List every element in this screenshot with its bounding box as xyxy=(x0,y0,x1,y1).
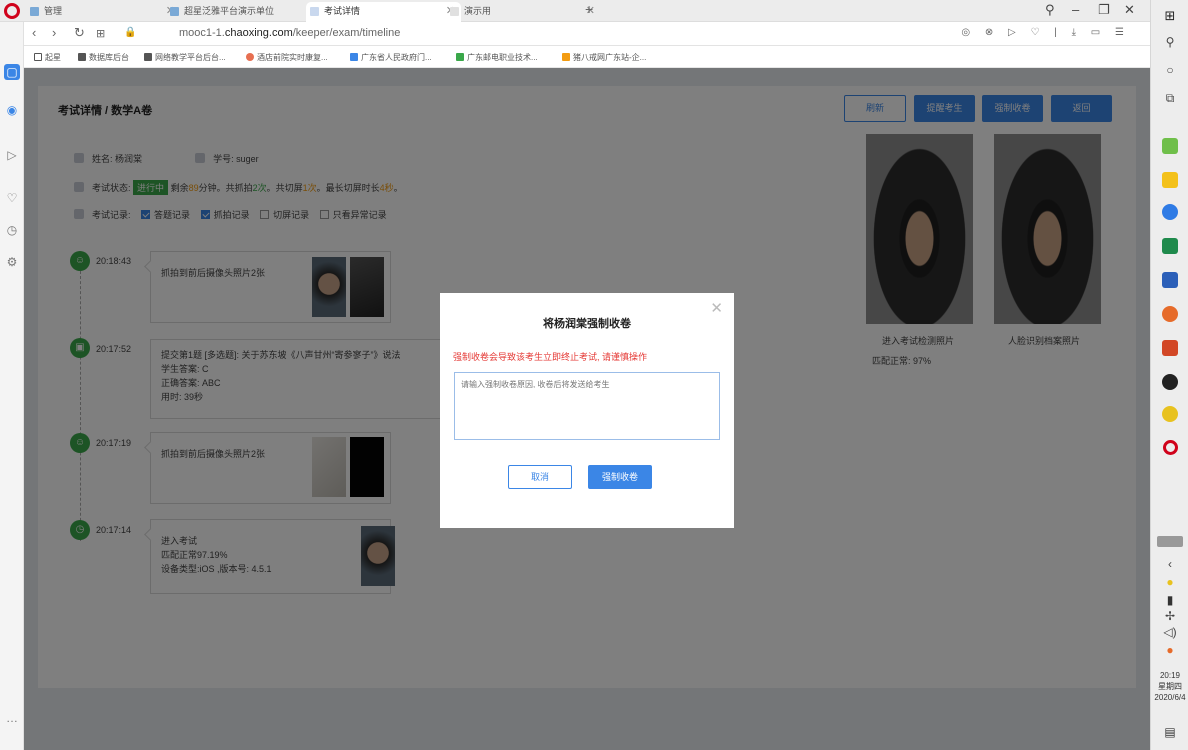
bookmark-site-icon xyxy=(350,53,358,61)
cortana-icon[interactable]: ○ xyxy=(1162,62,1178,78)
excel-icon[interactable] xyxy=(1162,238,1178,254)
restore-button[interactable]: ❐ xyxy=(1098,2,1110,18)
tab-label: 演示用 xyxy=(464,6,492,16)
forward-icon[interactable]: › xyxy=(52,25,56,40)
bookmark-folder-icon xyxy=(34,53,42,61)
bookmark-label: 网络教学平台后台... xyxy=(155,53,226,62)
bookmark-file-icon xyxy=(144,53,152,61)
tab-label: 管理 xyxy=(44,6,63,16)
dialog-title: 将杨润棠强制收卷 xyxy=(543,318,631,330)
wechat-icon[interactable] xyxy=(1162,138,1178,154)
heart-icon[interactable]: ♡ xyxy=(4,190,20,206)
bookmark-label: 起星 xyxy=(45,53,61,62)
browser-tab-bar: 管理✕ 超星泛雅平台演示单位✕ 考试详情✕ 演示用✕ + ⚲ – ❐ ✕ xyxy=(0,0,1150,22)
ime-indicator[interactable] xyxy=(1157,536,1183,547)
bookmark-site-icon xyxy=(456,53,464,61)
bookmark-item[interactable]: 起星 xyxy=(34,52,61,63)
reason-input[interactable] xyxy=(454,372,720,440)
bookmark-label: 数据库后台 xyxy=(89,53,129,62)
new-tab-button[interactable]: + xyxy=(585,1,593,17)
messenger-icon[interactable]: ◉ xyxy=(4,102,20,118)
reload-icon[interactable]: ↻ xyxy=(74,25,85,41)
windows-taskbar: ⊞ ⚲ ○ ⧉ ‹ ● ▮ ✢ ◁) ● 20:19 星期四 2020/6/4 … xyxy=(1150,0,1188,750)
flow-icon[interactable]: ▷ xyxy=(4,147,20,163)
history-icon[interactable]: ◷ xyxy=(4,222,20,238)
app-icon[interactable] xyxy=(1162,374,1178,390)
task-view-icon[interactable]: ⧉ xyxy=(1162,90,1178,106)
tray-icon[interactable]: ● xyxy=(1162,574,1178,590)
force-submit-dialog: 将杨润棠强制收卷 ✕ 强制收卷会导致该考生立即终止考试, 请谨慎操作 取消 强制… xyxy=(440,293,734,528)
volume-icon[interactable]: ◁) xyxy=(1162,624,1178,640)
favicon-icon xyxy=(30,7,39,16)
bookmark-item[interactable]: 广东邮电职业技术... xyxy=(456,52,538,63)
word-icon[interactable] xyxy=(1162,272,1178,288)
bookmark-item[interactable]: 酒店前院实时康复... xyxy=(246,52,328,63)
bookmark-label: 广东省人民政府门... xyxy=(361,53,432,62)
firefox-icon[interactable] xyxy=(1162,306,1178,322)
windows-start-icon[interactable]: ⊞ xyxy=(1162,8,1178,24)
tab-2[interactable]: 超星泛雅平台演示单位✕ xyxy=(166,2,321,22)
url-domain: chaoxing.com xyxy=(224,27,293,39)
bookmark-item[interactable]: 猪八戒网广东站-企... xyxy=(562,52,646,63)
tab-4[interactable]: 演示用 ✕ xyxy=(446,2,601,22)
search-icon[interactable]: ⚲ xyxy=(1162,34,1178,50)
workspace-icon[interactable]: ▢ xyxy=(4,64,20,80)
lock-icon: 🔒 xyxy=(124,27,137,38)
file-explorer-icon[interactable] xyxy=(1162,172,1178,188)
network-icon[interactable]: ✢ xyxy=(1162,608,1178,624)
bookmark-label: 酒店前院实时康复... xyxy=(257,53,328,62)
tab-3-active[interactable]: 考试详情✕ xyxy=(306,2,461,22)
search-tabs-icon[interactable]: ⚲ xyxy=(1045,2,1055,18)
favicon-icon xyxy=(170,7,179,16)
speed-dial-icon[interactable]: ⊞ xyxy=(96,27,105,40)
settings-icon[interactable]: ⚙ xyxy=(4,254,20,270)
tab-label: 超星泛雅平台演示单位 xyxy=(184,6,275,16)
notification-icon[interactable]: ▤ xyxy=(1162,724,1178,740)
tab-label: 考试详情 xyxy=(324,6,361,16)
tab-1[interactable]: 管理✕ xyxy=(26,2,181,22)
bookmark-item[interactable]: 广东省人民政府门... xyxy=(350,52,432,63)
address-toolbar-icons[interactable]: ◎ ⊗ ▷ ♡ | ⤓ ▭ ☰ xyxy=(961,27,1130,38)
warning-text: 强制收卷会导致该考生立即终止考试, 请谨慎操作 xyxy=(453,352,648,362)
back-icon[interactable]: ‹ xyxy=(32,25,36,40)
chevron-left-icon[interactable]: ‹ xyxy=(1162,556,1178,572)
cancel-button[interactable]: 取消 xyxy=(508,465,572,489)
clock-app-icon[interactable] xyxy=(1162,204,1178,220)
favicon-icon xyxy=(310,7,319,16)
url-field[interactable]: mooc1-1.chaoxing.com/keeper/exam/timelin… xyxy=(179,27,400,39)
tray-icon[interactable]: ● xyxy=(1162,642,1178,658)
browser-sidebar: ▢ ◉ ▷ ♡ ◷ ⚙ … xyxy=(0,22,24,750)
bookmark-label: 广东邮电职业技术... xyxy=(467,53,538,62)
close-window-button[interactable]: ✕ xyxy=(1124,2,1135,18)
bookmark-site-icon xyxy=(246,53,254,61)
bookmark-site-icon xyxy=(562,53,570,61)
bookmark-file-icon xyxy=(78,53,86,61)
minimize-button[interactable]: – xyxy=(1072,2,1079,17)
confirm-force-submit-button[interactable]: 强制收卷 xyxy=(588,465,652,489)
url-path: /keeper/exam/timeline xyxy=(292,27,401,39)
opera-menu-icon[interactable] xyxy=(4,3,20,19)
clock-time: 20:19 xyxy=(1159,671,1181,680)
app-icon[interactable] xyxy=(1162,406,1178,422)
bookmark-label: 猪八戒网广东站-企... xyxy=(573,53,647,62)
url-prefix: mooc1-1. xyxy=(179,27,225,39)
bookmark-item[interactable]: 网络教学平台后台... xyxy=(144,52,226,63)
address-bar: ‹ › ↻ ⊞ 🔒 mooc1-1.chaoxing.com/keeper/ex… xyxy=(24,22,1150,46)
bookmarks-bar: 起星 数据库后台 网络教学平台后台... 酒店前院实时康复... 广东省人民政府… xyxy=(24,46,1150,68)
opera-icon[interactable] xyxy=(1163,440,1178,455)
tray-icon[interactable]: ▮ xyxy=(1162,592,1178,608)
system-clock[interactable]: 20:19 星期四 2020/6/4 xyxy=(1152,670,1188,703)
bookmark-item[interactable]: 数据库后台 xyxy=(78,52,129,63)
favicon-icon xyxy=(450,7,459,16)
close-icon[interactable]: ✕ xyxy=(710,299,723,317)
powerpoint-icon[interactable] xyxy=(1162,340,1178,356)
more-icon[interactable]: … xyxy=(4,710,20,726)
clock-date: 2020/6/4 xyxy=(1154,693,1186,702)
clock-weekday: 星期四 xyxy=(1158,682,1182,691)
